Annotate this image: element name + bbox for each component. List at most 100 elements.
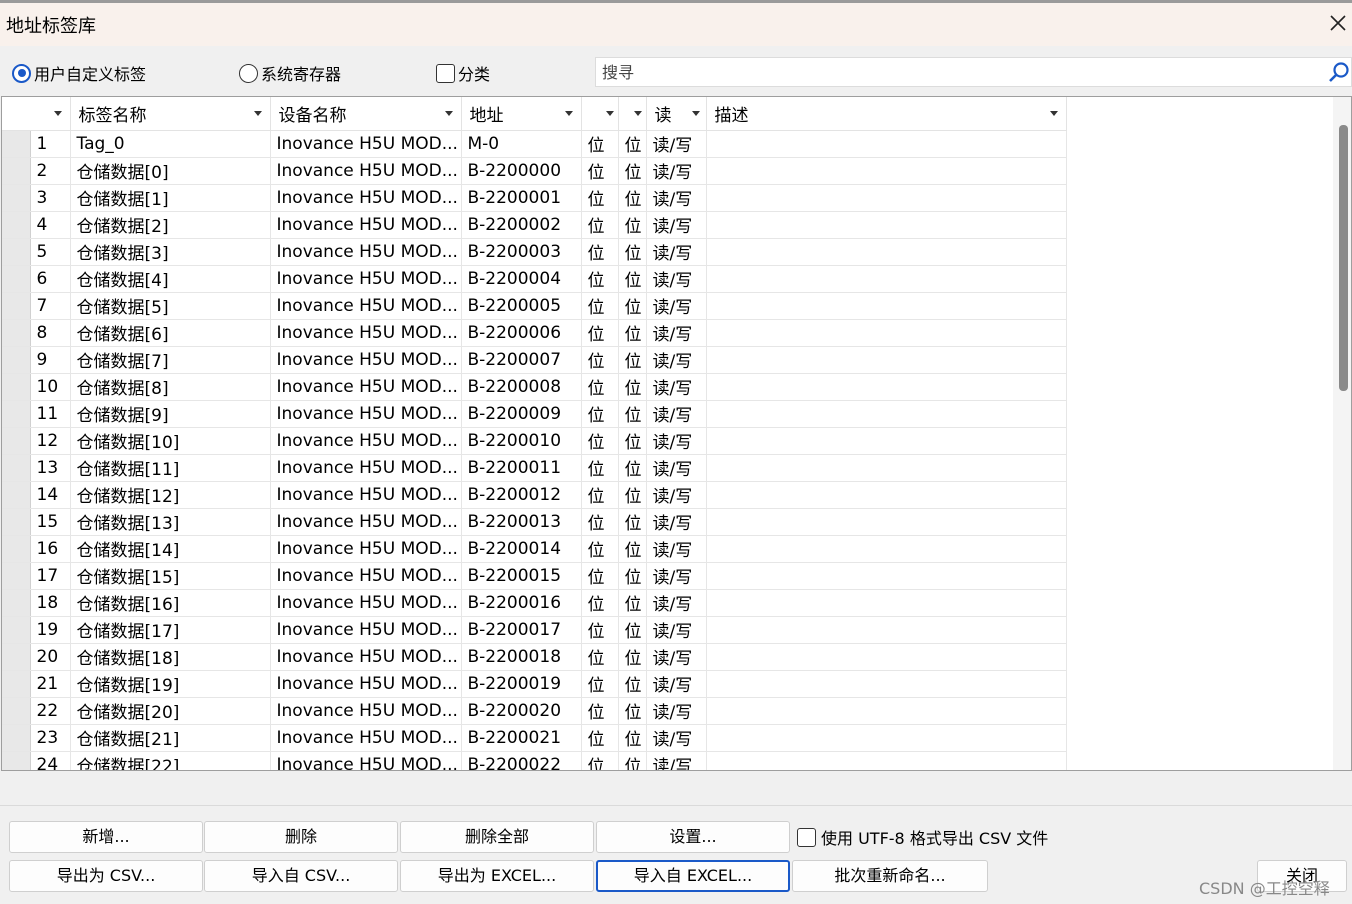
type1-cell[interactable]: 位 [581,562,619,590]
type2-cell[interactable]: 位 [618,589,647,617]
access-cell[interactable]: 读/写 [646,697,707,725]
type1-cell[interactable]: 位 [581,265,619,293]
row-selector[interactable] [2,670,31,698]
export-excel-button[interactable]: 导出为 EXCEL... [400,860,594,892]
type2-cell[interactable]: 位 [618,292,647,320]
table-row[interactable]: 7 仓储数据[5] Inovance H5U MOD... B-2200005 位位读/… [2,292,1067,320]
address-cell[interactable]: B-2200015 [461,562,582,590]
description-cell[interactable] [706,589,1067,617]
access-cell[interactable]: 读/写 [646,211,707,239]
row-index[interactable]: 20 [30,643,71,671]
device-name-cell[interactable]: Inovance H5U MOD... [270,265,462,293]
description-cell[interactable] [706,427,1067,455]
dropdown-arrow-icon[interactable] [691,111,700,116]
table-row[interactable]: 6 仓储数据[4] Inovance H5U MOD... B-2200004 位位读/… [2,265,1067,293]
type2-cell[interactable]: 位 [618,562,647,590]
description-cell[interactable] [706,508,1067,536]
description-cell[interactable] [706,130,1067,158]
device-name-cell[interactable]: Inovance H5U MOD... [270,184,462,212]
access-cell[interactable]: 读/写 [646,670,707,698]
tag-name-cell[interactable]: 仓储数据[7] [70,346,271,374]
tag-name-cell[interactable]: 仓储数据[16] [70,589,271,617]
tag-name-cell[interactable]: 仓储数据[9] [70,400,271,428]
row-selector[interactable] [2,454,31,482]
access-cell[interactable]: 读/写 [646,238,707,266]
type1-cell[interactable]: 位 [581,454,619,482]
table-row[interactable]: 13 仓储数据[11] Inovance H5U MOD... B-2200011 位位… [2,454,1067,482]
address-cell[interactable]: B-2200014 [461,535,582,563]
table-row[interactable]: 1 Tag_0 Inovance H5U MOD... M-0 位位读/写 [2,130,1067,158]
access-cell[interactable]: 读/写 [646,292,707,320]
delete-all-button[interactable]: 删除全部 [400,821,594,853]
tag-name-cell[interactable]: 仓储数据[20] [70,697,271,725]
table-row[interactable]: 2 仓储数据[0] Inovance H5U MOD... B-2200000 位位读/… [2,157,1067,185]
type1-cell[interactable]: 位 [581,130,619,158]
access-cell[interactable]: 读/写 [646,427,707,455]
add-button[interactable]: 新增... [9,821,203,853]
row-index[interactable]: 4 [30,211,71,239]
table-row[interactable]: 4 仓储数据[2] Inovance H5U MOD... B-2200002 位位读/… [2,211,1067,239]
type2-cell[interactable]: 位 [618,427,647,455]
description-cell[interactable] [706,535,1067,563]
dropdown-arrow-icon[interactable] [1049,111,1058,116]
table-row[interactable]: 8 仓储数据[6] Inovance H5U MOD... B-2200006 位位读/… [2,319,1067,347]
device-name-cell[interactable]: Inovance H5U MOD... [270,292,462,320]
type2-cell[interactable]: 位 [618,211,647,239]
address-cell[interactable]: B-2200018 [461,643,582,671]
row-index[interactable]: 18 [30,589,71,617]
device-name-cell[interactable]: Inovance H5U MOD... [270,535,462,563]
device-name-cell[interactable]: Inovance H5U MOD... [270,508,462,536]
address-cell[interactable]: B-2200012 [461,481,582,509]
row-index[interactable]: 2 [30,157,71,185]
address-cell[interactable]: B-2200005 [461,292,582,320]
tag-name-cell[interactable]: 仓储数据[14] [70,535,271,563]
device-name-cell[interactable]: Inovance H5U MOD... [270,427,462,455]
device-name-cell[interactable]: Inovance H5U MOD... [270,697,462,725]
row-selector[interactable] [2,184,31,212]
table-row[interactable]: 10 仓储数据[8] Inovance H5U MOD... B-2200008 位位读… [2,373,1067,401]
type1-cell[interactable]: 位 [581,373,619,401]
dropdown-arrow-icon[interactable] [564,111,573,116]
description-cell[interactable] [706,184,1067,212]
description-cell[interactable] [706,157,1067,185]
address-cell[interactable]: B-2200009 [461,400,582,428]
row-index[interactable]: 8 [30,319,71,347]
description-cell[interactable] [706,562,1067,590]
row-selector[interactable] [2,427,31,455]
address-cell[interactable]: B-2200002 [461,211,582,239]
col-header-tag-name[interactable]: 标签名称 [70,97,271,131]
device-name-cell[interactable]: Inovance H5U MOD... [270,211,462,239]
col-header-access[interactable]: 读 [646,97,707,131]
row-selector[interactable] [2,724,31,752]
description-cell[interactable] [706,454,1067,482]
access-cell[interactable]: 读/写 [646,508,707,536]
type1-cell[interactable]: 位 [581,670,619,698]
device-name-cell[interactable]: Inovance H5U MOD... [270,130,462,158]
tag-name-cell[interactable]: 仓储数据[15] [70,562,271,590]
type2-cell[interactable]: 位 [618,265,647,293]
type2-cell[interactable]: 位 [618,319,647,347]
address-cell[interactable]: B-2200013 [461,508,582,536]
type1-cell[interactable]: 位 [581,427,619,455]
type1-cell[interactable]: 位 [581,508,619,536]
address-cell[interactable]: B-2200016 [461,589,582,617]
tag-name-cell[interactable]: Tag_0 [70,130,271,158]
table-row[interactable]: 12 仓储数据[10] Inovance H5U MOD... B-2200010 位位… [2,427,1067,455]
table-row[interactable]: 18 仓储数据[16] Inovance H5U MOD... B-2200016 位位… [2,589,1067,617]
type2-cell[interactable]: 位 [618,751,647,770]
type1-cell[interactable]: 位 [581,643,619,671]
row-selector[interactable] [2,292,31,320]
description-cell[interactable] [706,481,1067,509]
access-cell[interactable]: 读/写 [646,454,707,482]
table-row[interactable]: 19 仓储数据[17] Inovance H5U MOD... B-2200017 位位… [2,616,1067,644]
description-cell[interactable] [706,211,1067,239]
row-index[interactable]: 22 [30,697,71,725]
row-selector[interactable] [2,157,31,185]
address-cell[interactable]: B-2200008 [461,373,582,401]
col-header-device-name[interactable]: 设备名称 [270,97,462,131]
tag-name-cell[interactable]: 仓储数据[10] [70,427,271,455]
device-name-cell[interactable]: Inovance H5U MOD... [270,238,462,266]
table-row[interactable]: 5 仓储数据[3] Inovance H5U MOD... B-2200003 位位读/… [2,238,1067,266]
tag-name-cell[interactable]: 仓储数据[1] [70,184,271,212]
tag-name-cell[interactable]: 仓储数据[12] [70,481,271,509]
